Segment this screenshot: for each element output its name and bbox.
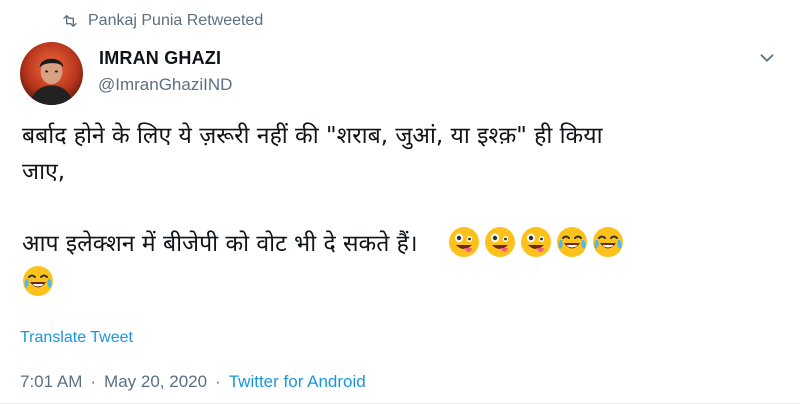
- meta-separator: ·: [90, 372, 97, 391]
- tweet-text-line: आप इलेक्शन में बीजेपी को वोट भी दे सकते …: [22, 231, 418, 257]
- emoji-group: [448, 226, 624, 258]
- tweet-text: बर्बाद होने के लिए ये ज़रूरी नहीं की "शर…: [22, 118, 782, 298]
- avatar-image: [20, 42, 83, 105]
- tweet-source-link[interactable]: Twitter for Android: [229, 372, 366, 392]
- tweet-date[interactable]: May 20, 2020: [104, 372, 207, 392]
- more-options-button[interactable]: [756, 47, 778, 69]
- retweet-label[interactable]: Pankaj Punia Retweeted: [88, 12, 263, 30]
- zany-face-icon: [484, 226, 516, 258]
- meta-separator: ·: [215, 372, 221, 391]
- tears-of-joy-icon: [556, 226, 588, 258]
- retweet-context: Pankaj Punia Retweeted: [62, 12, 263, 30]
- tweet-text-line: जाए,: [22, 159, 66, 185]
- tweet-text-line-with-emoji: आप इलेक्शन में बीजेपी को वोट भी दे सकते …: [22, 226, 782, 262]
- translate-tweet-link[interactable]: Translate Tweet: [20, 329, 133, 347]
- zany-face-icon: [520, 226, 552, 258]
- emoji-line: [22, 262, 782, 298]
- tweet-text-line: बर्बाद होने के लिए ये ज़रूरी नहीं की "शर…: [22, 123, 603, 149]
- emoji-group: [22, 265, 54, 297]
- retweet-icon: [63, 15, 77, 27]
- tweet-time[interactable]: 7:01 AM: [20, 372, 82, 392]
- tweet-card: Pankaj Punia Retweeted IMRAN GHAZI @Imra…: [0, 0, 800, 404]
- tweet-metadata: 7:01 AM · May 20, 2020 · Twitter for And…: [20, 372, 366, 392]
- tears-of-joy-icon: [22, 265, 54, 297]
- avatar[interactable]: [20, 42, 83, 105]
- author-name[interactable]: IMRAN GHAZI: [99, 48, 221, 69]
- chevron-down-icon: [760, 54, 774, 62]
- tears-of-joy-icon: [592, 226, 624, 258]
- zany-face-icon: [448, 226, 480, 258]
- author-handle[interactable]: @ImranGhaziIND: [98, 75, 232, 95]
